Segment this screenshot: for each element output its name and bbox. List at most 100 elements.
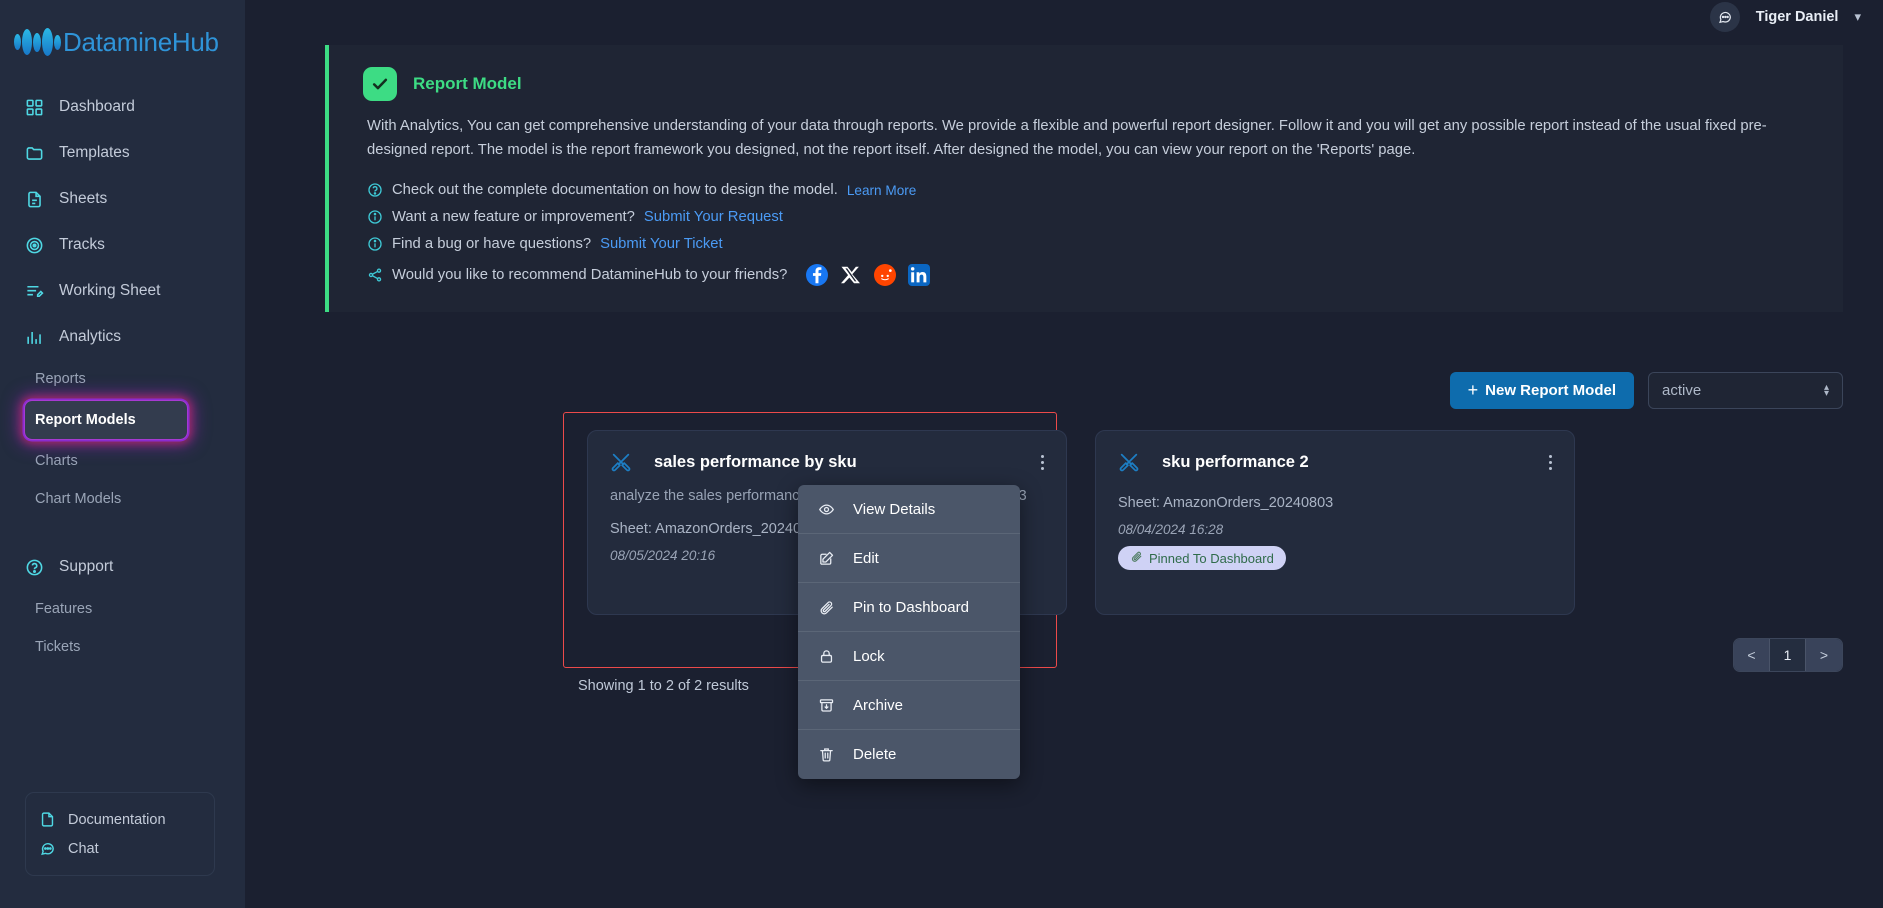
sidebar-item-label: Analytics bbox=[59, 328, 122, 345]
paperclip-icon bbox=[1130, 550, 1143, 566]
top-bar: Tiger Daniel ▾ bbox=[245, 0, 1883, 33]
x-twitter-icon[interactable] bbox=[840, 264, 862, 286]
pagination-page-1[interactable]: 1 bbox=[1770, 639, 1806, 671]
sidebar-item-working-sheet[interactable]: Working Sheet bbox=[0, 268, 245, 314]
info-circle-icon bbox=[367, 236, 383, 252]
banner-header: Report Model bbox=[363, 67, 1817, 101]
card-sheet: Sheet: AmazonOrders_20240803 bbox=[1118, 495, 1334, 511]
user-name[interactable]: Tiger Daniel bbox=[1756, 9, 1839, 25]
check-icon bbox=[363, 67, 397, 101]
sidebar-item-chart-models[interactable]: Chart Models bbox=[0, 480, 245, 518]
linkedin-icon[interactable] bbox=[908, 263, 931, 286]
info-circle-icon bbox=[367, 209, 383, 225]
sidebar-item-templates[interactable]: Templates bbox=[0, 130, 245, 176]
menu-item-edit[interactable]: Edit bbox=[798, 534, 1020, 583]
share-icon bbox=[367, 267, 383, 283]
target-icon bbox=[25, 236, 44, 255]
question-circle-icon bbox=[367, 182, 383, 198]
sidebar-item-tickets[interactable]: Tickets bbox=[0, 628, 245, 666]
sidebar-item-features[interactable]: Features bbox=[0, 590, 245, 628]
banner-title: Report Model bbox=[413, 74, 522, 93]
sidebar-item-reports[interactable]: Reports bbox=[0, 360, 245, 398]
submit-request-link[interactable]: Submit Your Request bbox=[644, 209, 783, 225]
card-title: sales performance by sku bbox=[654, 452, 857, 471]
facebook-icon[interactable] bbox=[806, 263, 829, 286]
sidebar-item-dashboard[interactable]: Dashboard bbox=[0, 84, 245, 130]
file-icon bbox=[39, 811, 56, 828]
menu-item-label: Edit bbox=[853, 549, 879, 567]
sidebar-footer-label: Documentation bbox=[68, 811, 166, 828]
sidebar-subitem-label: Report Models bbox=[35, 412, 136, 428]
sidebar-item-label: Sheets bbox=[59, 190, 108, 207]
card-menu-button[interactable] bbox=[1549, 452, 1552, 473]
info-banner: Report Model With Analytics, You can get… bbox=[325, 45, 1843, 312]
pagination: < 1 > bbox=[1733, 638, 1843, 672]
sidebar-item-analytics[interactable]: Analytics bbox=[0, 314, 245, 360]
lock-icon bbox=[818, 648, 835, 665]
sidebar-item-label: Support bbox=[59, 558, 114, 575]
banner-body: With Analytics, You can get comprehensiv… bbox=[367, 118, 1767, 158]
chevron-down-icon[interactable]: ▾ bbox=[1854, 9, 1861, 25]
menu-item-pin-to-dashboard[interactable]: Pin to Dashboard bbox=[798, 583, 1020, 632]
card-context-menu: View Details Edit Pin to Dashboard Lock bbox=[798, 485, 1020, 779]
question-circle-icon bbox=[25, 558, 44, 577]
report-model-card[interactable]: sku performance 2 Sheet: AmazonOrders_20… bbox=[1095, 430, 1575, 615]
sidebar-item-report-models[interactable]: Report Models bbox=[0, 398, 245, 442]
reddit-icon[interactable] bbox=[874, 263, 897, 286]
learn-more-link[interactable]: Learn More bbox=[847, 183, 917, 198]
new-report-model-button[interactable]: + New Report Model bbox=[1449, 372, 1634, 409]
sidebar-item-label: Working Sheet bbox=[59, 282, 161, 299]
pagination-next[interactable]: > bbox=[1806, 639, 1842, 671]
design-tools-icon bbox=[610, 451, 632, 473]
card-header: sku performance 2 bbox=[1118, 451, 1552, 473]
banner-line-text: Want a new feature or improvement? bbox=[392, 209, 635, 226]
trash-icon bbox=[818, 746, 835, 763]
content-toolbar: + New Report Model active ▴ ▾ bbox=[1449, 372, 1843, 409]
sidebar-subitem-label: Features bbox=[35, 601, 93, 617]
menu-item-view-details[interactable]: View Details bbox=[798, 485, 1020, 534]
status-badge: Pinned To Dashboard bbox=[1118, 546, 1286, 570]
sidebar-item-chat[interactable]: Chat bbox=[26, 834, 214, 863]
sidebar-subitem-label: Reports bbox=[35, 371, 86, 387]
grid-icon bbox=[25, 98, 44, 117]
sidebar-item-tracks[interactable]: Tracks bbox=[0, 222, 245, 268]
menu-item-lock[interactable]: Lock bbox=[798, 632, 1020, 681]
sidebar-item-charts[interactable]: Charts bbox=[0, 442, 245, 480]
status-badge-label: Pinned To Dashboard bbox=[1149, 550, 1274, 566]
menu-item-delete[interactable]: Delete bbox=[798, 730, 1020, 779]
sidebar-item-report-models-highlight[interactable]: Report Models bbox=[24, 400, 188, 440]
menu-item-archive[interactable]: Archive bbox=[798, 681, 1020, 730]
app-root: DatamineHub Dashboard Templates Sheets T… bbox=[0, 0, 1883, 908]
paperclip-icon bbox=[818, 599, 835, 616]
sidebar-item-support[interactable]: Support bbox=[0, 544, 245, 590]
sidebar-subitem-label: Chart Models bbox=[35, 491, 122, 507]
brand-logo[interactable]: DatamineHub bbox=[0, 0, 245, 62]
pagination-prev[interactable]: < bbox=[1734, 639, 1770, 671]
menu-item-label: Lock bbox=[853, 647, 885, 665]
plus-icon: + bbox=[1467, 380, 1479, 400]
banner-line-text: Check out the complete documentation on … bbox=[392, 182, 838, 199]
eye-icon bbox=[818, 501, 835, 518]
sidebar-footer-label: Chat bbox=[68, 840, 99, 857]
sidebar-footer: Documentation Chat bbox=[25, 792, 215, 876]
card-menu-button[interactable] bbox=[1041, 452, 1044, 473]
bar-chart-icon bbox=[25, 328, 44, 347]
banner-line-docs: Check out the complete documentation on … bbox=[363, 177, 1817, 204]
card-header: sales performance by sku bbox=[610, 451, 1044, 473]
status-filter-select[interactable]: active ▴ ▾ bbox=[1648, 372, 1843, 409]
main-content: Tiger Daniel ▾ Report Model With Analyti… bbox=[245, 0, 1883, 908]
design-tools-icon bbox=[1118, 451, 1140, 473]
chat-bubble-icon[interactable] bbox=[1709, 1, 1740, 32]
chevron-updown-icon: ▴ ▾ bbox=[1823, 381, 1829, 399]
sidebar-item-sheets[interactable]: Sheets bbox=[0, 176, 245, 222]
brand-name: DatamineHub bbox=[63, 26, 219, 57]
sidebar-item-documentation[interactable]: Documentation bbox=[26, 805, 214, 834]
banner-line-text: Find a bug or have questions? bbox=[392, 236, 592, 253]
new-report-model-label: New Report Model bbox=[1485, 382, 1616, 399]
archive-icon bbox=[818, 697, 835, 714]
submit-ticket-link[interactable]: Submit Your Ticket bbox=[600, 236, 723, 252]
menu-item-label: Pin to Dashboard bbox=[853, 598, 969, 616]
sidebar-subitem-label: Tickets bbox=[35, 639, 81, 655]
sidebar-item-label: Tracks bbox=[59, 236, 105, 253]
